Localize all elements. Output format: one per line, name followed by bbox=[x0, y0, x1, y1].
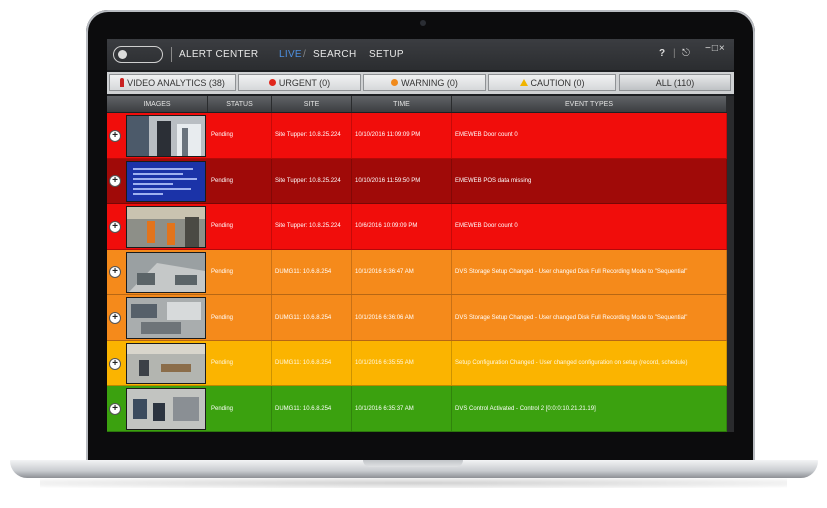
site-cell: DUMG11: 10.6.8.254 bbox=[272, 295, 352, 340]
triangle-icon bbox=[519, 79, 528, 86]
time-cell: 10/1/2016 6:35:37 AM bbox=[352, 386, 452, 431]
laptop-notch bbox=[363, 460, 463, 467]
expand-icon[interactable]: + bbox=[109, 357, 121, 370]
tab-label: CAUTION (0) bbox=[530, 77, 585, 88]
status-cell: Pending bbox=[208, 295, 272, 340]
time-cell: 10/1/2016 6:36:47 AM bbox=[352, 249, 452, 295]
site-cell: Site Tupper: 10.8.25.224 bbox=[272, 158, 352, 204]
table-row[interactable]: + Pending Site Tupper: 10.8.25.224 10/6/… bbox=[107, 204, 734, 250]
tab-video-analytics[interactable]: VIDEO ANALYTICS (38) bbox=[109, 74, 236, 91]
title-bar: ALERT CENTER LIVE / SEARCH SETUP ? | ⎋ −… bbox=[107, 39, 734, 70]
status-cell: Pending bbox=[208, 113, 272, 158]
time-cell: 10/10/2016 11:59:50 PM bbox=[352, 158, 452, 204]
camera-thumbnail[interactable] bbox=[126, 342, 206, 385]
expand-icon[interactable]: + bbox=[109, 312, 121, 325]
site-cell: DUMG11: 10.6.8.254 bbox=[272, 340, 352, 386]
column-header-time[interactable]: TIME bbox=[352, 96, 452, 112]
company-logo bbox=[113, 46, 163, 63]
status-cell: Pending bbox=[208, 249, 272, 295]
nav-live-link[interactable]: LIVE bbox=[279, 49, 302, 60]
alert-filter-tabs: VIDEO ANALYTICS (38) URGENT (0) WARNING … bbox=[107, 72, 734, 94]
expand-icon[interactable]: + bbox=[109, 266, 121, 279]
nav-setup-link[interactable]: SETUP bbox=[369, 49, 404, 60]
site-cell: DUMG11: 10.6.8.254 bbox=[272, 386, 352, 431]
event-type-cell: DVS Storage Setup Changed - User changed… bbox=[452, 295, 727, 340]
column-header-event-types[interactable]: EVENT TYPES bbox=[452, 96, 727, 112]
event-type-cell: EMEWEB Door count 0 bbox=[452, 113, 727, 158]
orange-dot-icon bbox=[391, 79, 399, 86]
table-header: IMAGES STATUS SITE TIME EVENT TYPES bbox=[107, 96, 734, 112]
table-row[interactable]: + Pending Site Tupper: 10.8.25.224 10/10… bbox=[107, 158, 734, 205]
status-cell: Pending bbox=[208, 158, 272, 204]
title-divider bbox=[171, 47, 172, 62]
laptop-shadow bbox=[40, 478, 787, 488]
toolbar-divider: | bbox=[673, 48, 676, 59]
tab-label: WARNING (0) bbox=[401, 77, 458, 88]
event-type-cell: DVS Storage Setup Changed - User changed… bbox=[452, 249, 727, 295]
app-window: ALERT CENTER LIVE / SEARCH SETUP ? | ⎋ −… bbox=[107, 39, 734, 432]
column-header-site[interactable]: SITE bbox=[272, 96, 352, 112]
site-cell: Site Tupper: 10.8.25.224 bbox=[272, 113, 352, 158]
table-row[interactable]: + Pending Site Tupper: 10.8.25.224 10/10… bbox=[107, 113, 734, 159]
tab-all[interactable]: ALL (110) bbox=[619, 74, 731, 91]
table-row[interactable]: + Pending DUMG11: 10.6.8.254 10/1/2016 6… bbox=[107, 340, 734, 387]
column-header-status[interactable]: STATUS bbox=[208, 96, 272, 112]
expand-icon[interactable]: + bbox=[109, 129, 121, 142]
table-row[interactable]: + Pending DUMG11: 10.6.8.254 10/1/2016 6… bbox=[107, 386, 734, 432]
status-cell: Pending bbox=[208, 386, 272, 431]
site-cell: DUMG11: 10.6.8.254 bbox=[272, 249, 352, 295]
alert-table-body: + Pending Site Tupper: 10.8.25.224 10/10… bbox=[107, 113, 734, 432]
camera-thumbnail[interactable] bbox=[126, 115, 206, 157]
expand-icon[interactable]: + bbox=[109, 175, 121, 188]
camera-thumbnail[interactable] bbox=[126, 160, 206, 203]
status-cell: Pending bbox=[208, 340, 272, 386]
site-cell: Site Tupper: 10.8.25.224 bbox=[272, 204, 352, 249]
exit-icon[interactable]: ⎋ bbox=[682, 48, 690, 59]
expand-icon[interactable]: + bbox=[109, 220, 121, 233]
tab-label: VIDEO ANALYTICS (38) bbox=[127, 77, 225, 88]
expand-icon[interactable]: + bbox=[109, 403, 121, 416]
tab-label: URGENT (0) bbox=[278, 77, 331, 88]
camera-thumbnail[interactable] bbox=[126, 297, 206, 339]
event-type-cell: EMEWEB POS data missing bbox=[452, 158, 727, 204]
camera-thumbnail[interactable] bbox=[126, 206, 206, 248]
tab-urgent[interactable]: URGENT (0) bbox=[238, 74, 361, 91]
tab-label: ALL (110) bbox=[655, 77, 695, 88]
time-cell: 10/1/2016 6:36:06 AM bbox=[352, 295, 452, 340]
table-scrollbar[interactable] bbox=[727, 96, 734, 432]
event-type-cell: Setup Configuration Changed - User chang… bbox=[452, 340, 727, 386]
camera-thumbnail[interactable] bbox=[126, 388, 206, 430]
event-type-cell: EMEWEB Door count 0 bbox=[452, 204, 727, 249]
webcam-icon bbox=[420, 20, 426, 26]
time-cell: 10/6/2016 10:09:09 PM bbox=[352, 204, 452, 249]
column-header-images[interactable]: IMAGES bbox=[107, 96, 208, 112]
camera-thumbnail[interactable] bbox=[126, 251, 206, 294]
table-row[interactable]: + Pending DUMG11: 10.6.8.254 10/1/2016 6… bbox=[107, 295, 734, 341]
time-cell: 10/1/2016 6:35:55 AM bbox=[352, 340, 452, 386]
app-title: ALERT CENTER bbox=[179, 49, 259, 60]
nav-separator: / bbox=[303, 49, 307, 60]
red-dot-icon bbox=[268, 79, 276, 86]
tab-warning[interactable]: WARNING (0) bbox=[363, 74, 486, 91]
status-cell: Pending bbox=[208, 204, 272, 249]
time-cell: 10/10/2016 11:09:09 PM bbox=[352, 113, 452, 158]
window-controls-icon[interactable]: −□× bbox=[705, 43, 726, 54]
nav-search-link[interactable]: SEARCH bbox=[313, 49, 356, 60]
pin-icon bbox=[120, 78, 125, 87]
table-row[interactable]: + Pending DUMG11: 10.6.8.254 10/1/2016 6… bbox=[107, 249, 734, 296]
tab-caution[interactable]: CAUTION (0) bbox=[488, 74, 616, 91]
help-icon[interactable]: ? bbox=[659, 48, 665, 59]
event-type-cell: DVS Control Activated - Control 2 [0:0:0… bbox=[452, 386, 727, 431]
